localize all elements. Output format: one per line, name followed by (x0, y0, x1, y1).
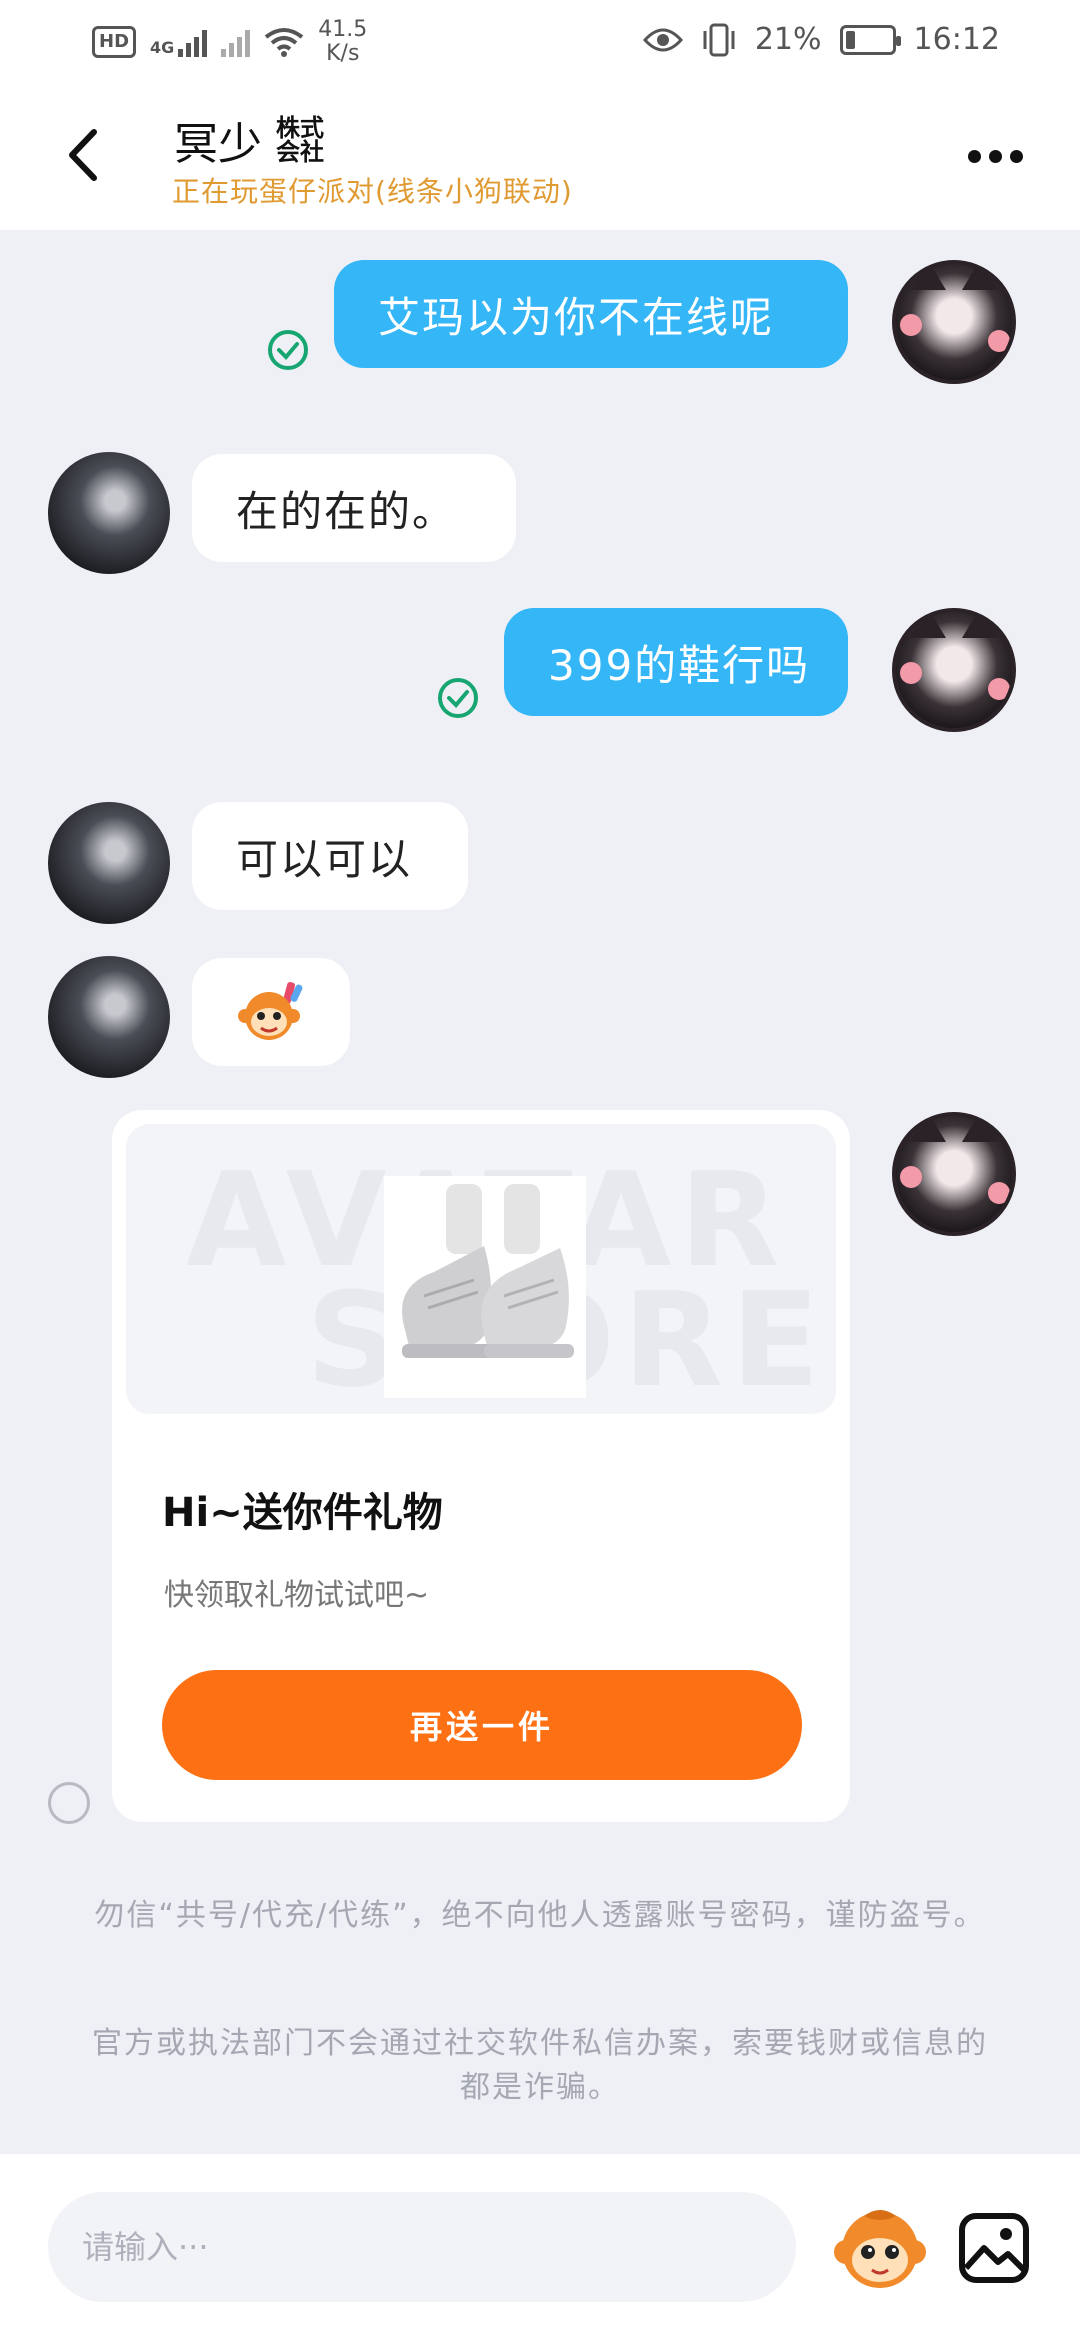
more-dot-icon (988, 149, 1002, 163)
more-dot-icon (1009, 149, 1023, 163)
more-options-button[interactable] (960, 136, 1030, 176)
back-button[interactable] (50, 120, 120, 190)
paw-icon (988, 1182, 1010, 1204)
eye-icon (642, 28, 683, 51)
monkey-face-icon (834, 2210, 926, 2288)
sneaker-icon (402, 1184, 574, 1358)
security-notice: 勿信“共号/代充/代练”，绝不向他人透露账号密码，谨防盗号。 (94, 1898, 986, 1933)
my-avatar[interactable] (892, 260, 1016, 384)
chat-area[interactable]: 艾玛以为你不在线呢 在的在的。 399的鞋行吗 可以可以 Hi~送你件礼物 快领… (0, 230, 1080, 2150)
network-type-label: 4G (150, 38, 175, 57)
message-input[interactable] (48, 2192, 796, 2302)
battery-icon (839, 24, 901, 55)
wifi-icon (265, 28, 304, 57)
image-icon (959, 2213, 1029, 2283)
message-select-radio[interactable] (48, 1782, 90, 1824)
chevron-left-icon (69, 129, 97, 181)
contact-tag-line2: 会社 (276, 138, 324, 166)
chat-header: 冥少 株式 会社 正在玩蛋仔派对(线条小狗联动) (0, 90, 1080, 230)
battery-percent: 21% (754, 22, 822, 57)
paw-icon (900, 1166, 922, 1188)
clock: 16:12 (913, 22, 1000, 57)
contact-avatar[interactable] (48, 802, 170, 924)
more-dot-icon (967, 149, 981, 163)
status-bar: HD 4G 41.5 K/s 21% 16:12 (0, 0, 1080, 90)
message-bubble-received[interactable]: 在的在的。 (192, 454, 516, 562)
paw-icon (988, 678, 1010, 700)
cat-ear-icon (910, 1116, 946, 1142)
status-bar-right: 21% 16:12 (642, 22, 1000, 57)
paw-icon (900, 314, 922, 336)
paw-icon (900, 662, 922, 684)
send-another-gift-button[interactable]: 再送一件 (162, 1670, 802, 1780)
gift-banner: AVATAR STORE (126, 1124, 836, 1414)
battery-fill (845, 30, 855, 49)
send-image-button[interactable] (956, 2210, 1032, 2286)
hd-badge: HD (92, 26, 137, 58)
message-bubble-sticker[interactable] (192, 958, 350, 1066)
input-bar (0, 2154, 1080, 2340)
my-avatar[interactable] (892, 1112, 1016, 1236)
read-check-icon (268, 330, 308, 370)
cell-signal-icon (178, 27, 208, 57)
vibrate-icon (703, 23, 735, 56)
contact-name: 冥少 (174, 119, 262, 170)
chat-title: 冥少 株式 会社 (174, 108, 324, 172)
contact-tag: 株式 会社 (276, 116, 324, 164)
cell-signal-2-icon (221, 27, 251, 57)
gift-image (384, 1176, 586, 1398)
paw-icon (988, 330, 1010, 352)
contact-status: 正在玩蛋仔派对(线条小狗联动) (172, 175, 573, 208)
cat-ear-icon (962, 612, 998, 638)
gift-title: Hi~送你件礼物 (162, 1490, 443, 1536)
contact-avatar[interactable] (48, 452, 170, 574)
message-bubble-received[interactable]: 可以可以 (192, 802, 468, 910)
sticker-button[interactable] (830, 2198, 930, 2298)
cat-ear-icon (962, 264, 998, 290)
gift-card[interactable]: AVATAR STORE Hi~送你件礼物 快领取礼物试试吧~ 再送一件 (112, 1110, 850, 1822)
cat-ear-icon (962, 1116, 998, 1142)
monkey-sticker-icon (238, 982, 303, 1040)
my-avatar[interactable] (892, 608, 1016, 732)
network-speed-value: 41.5 (318, 17, 368, 42)
network-speed: 41.5 K/s (318, 18, 367, 66)
network-speed-unit: K/s (326, 41, 360, 66)
gift-description: 快领取礼物试试吧~ (164, 1578, 430, 1613)
message-bubble-sent[interactable]: 艾玛以为你不在线呢 (334, 260, 848, 368)
contact-avatar[interactable] (48, 956, 170, 1078)
message-bubble-sent[interactable]: 399的鞋行吗 (504, 608, 848, 716)
read-check-icon (438, 678, 478, 718)
status-bar-left: HD 4G 41.5 K/s (92, 18, 367, 66)
cat-ear-icon (910, 612, 946, 638)
fraud-notice: 官方或执法部门不会通过社交软件私信办案，索要钱财或信息的都是诈骗。 (92, 2026, 988, 2105)
cat-ear-icon (910, 264, 946, 290)
